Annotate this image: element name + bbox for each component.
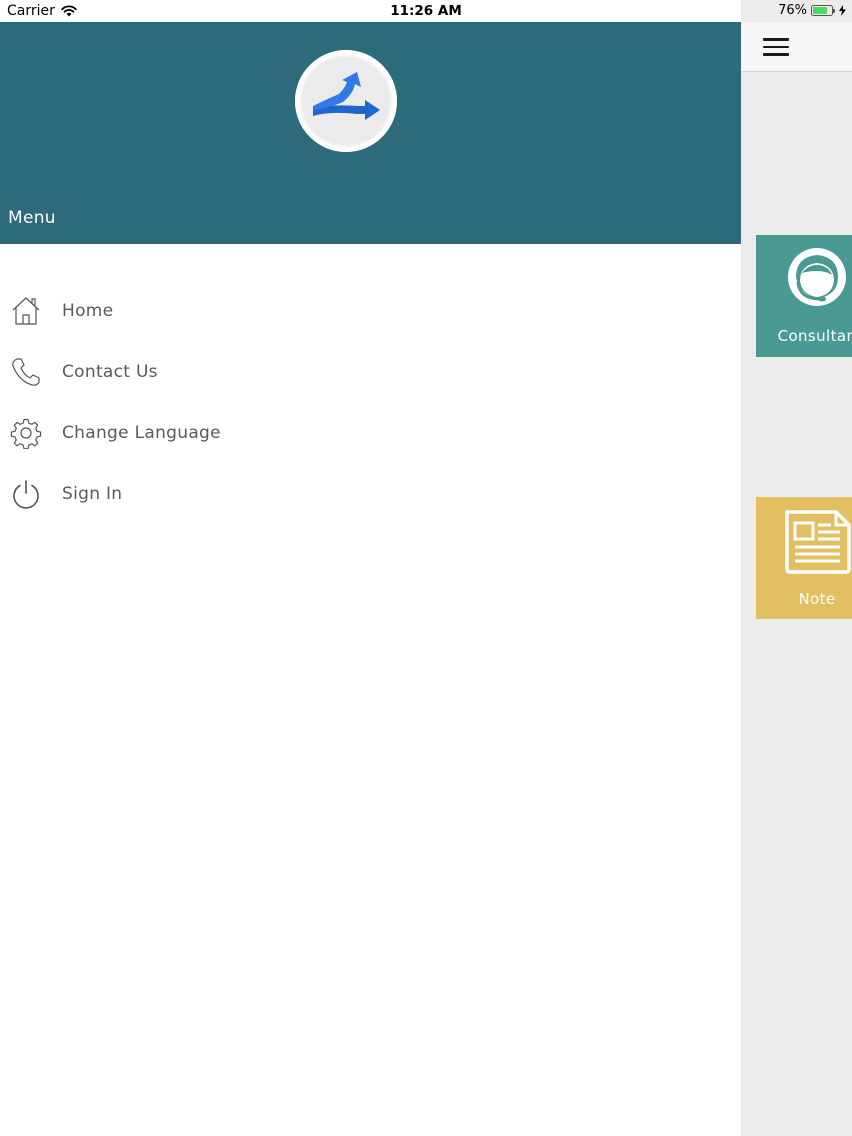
drawer-header: Menu xyxy=(0,22,741,244)
menu-item-label: Change Language xyxy=(62,422,221,443)
menu-item-contact-us[interactable]: Contact Us xyxy=(0,341,741,402)
tile-label: Consultan xyxy=(777,327,852,345)
side-drawer: Menu Home Contact Us Change Language Sig… xyxy=(0,0,741,1136)
headset-user-icon xyxy=(788,248,846,306)
tile-note[interactable]: Note xyxy=(756,497,852,619)
menu-item-label: Sign In xyxy=(62,483,123,504)
power-icon xyxy=(13,479,39,509)
menu-title: Menu xyxy=(8,208,56,228)
menu-list: Home Contact Us Change Language Sign In xyxy=(0,280,741,524)
gear-icon xyxy=(10,418,42,449)
battery-fill xyxy=(813,7,827,14)
menu-item-change-language[interactable]: Change Language xyxy=(0,402,741,463)
status-right: 76% xyxy=(778,3,846,18)
menu-item-label: Home xyxy=(62,300,114,321)
menu-item-sign-in[interactable]: Sign In xyxy=(0,463,741,524)
tile-label: Note xyxy=(798,590,836,608)
status-bar: Carrier 11:26 AM 76% xyxy=(0,0,852,22)
battery-icon xyxy=(811,5,835,16)
tile-consultant[interactable]: Consultan xyxy=(756,235,852,357)
phone-icon xyxy=(12,357,40,386)
main-content: Consultan Note xyxy=(741,0,852,1136)
newspaper-icon xyxy=(785,510,851,574)
app-logo xyxy=(295,50,397,152)
home-icon xyxy=(12,296,40,325)
split-arrow-logo xyxy=(302,57,390,145)
status-time: 11:26 AM xyxy=(390,3,462,19)
hamburger-icon[interactable] xyxy=(763,38,789,56)
battery-percent: 76% xyxy=(778,3,807,18)
menu-item-home[interactable]: Home xyxy=(0,280,741,341)
menu-item-label: Contact Us xyxy=(62,361,158,382)
main-nav-bar xyxy=(741,22,852,72)
charging-bolt-icon xyxy=(839,5,846,16)
